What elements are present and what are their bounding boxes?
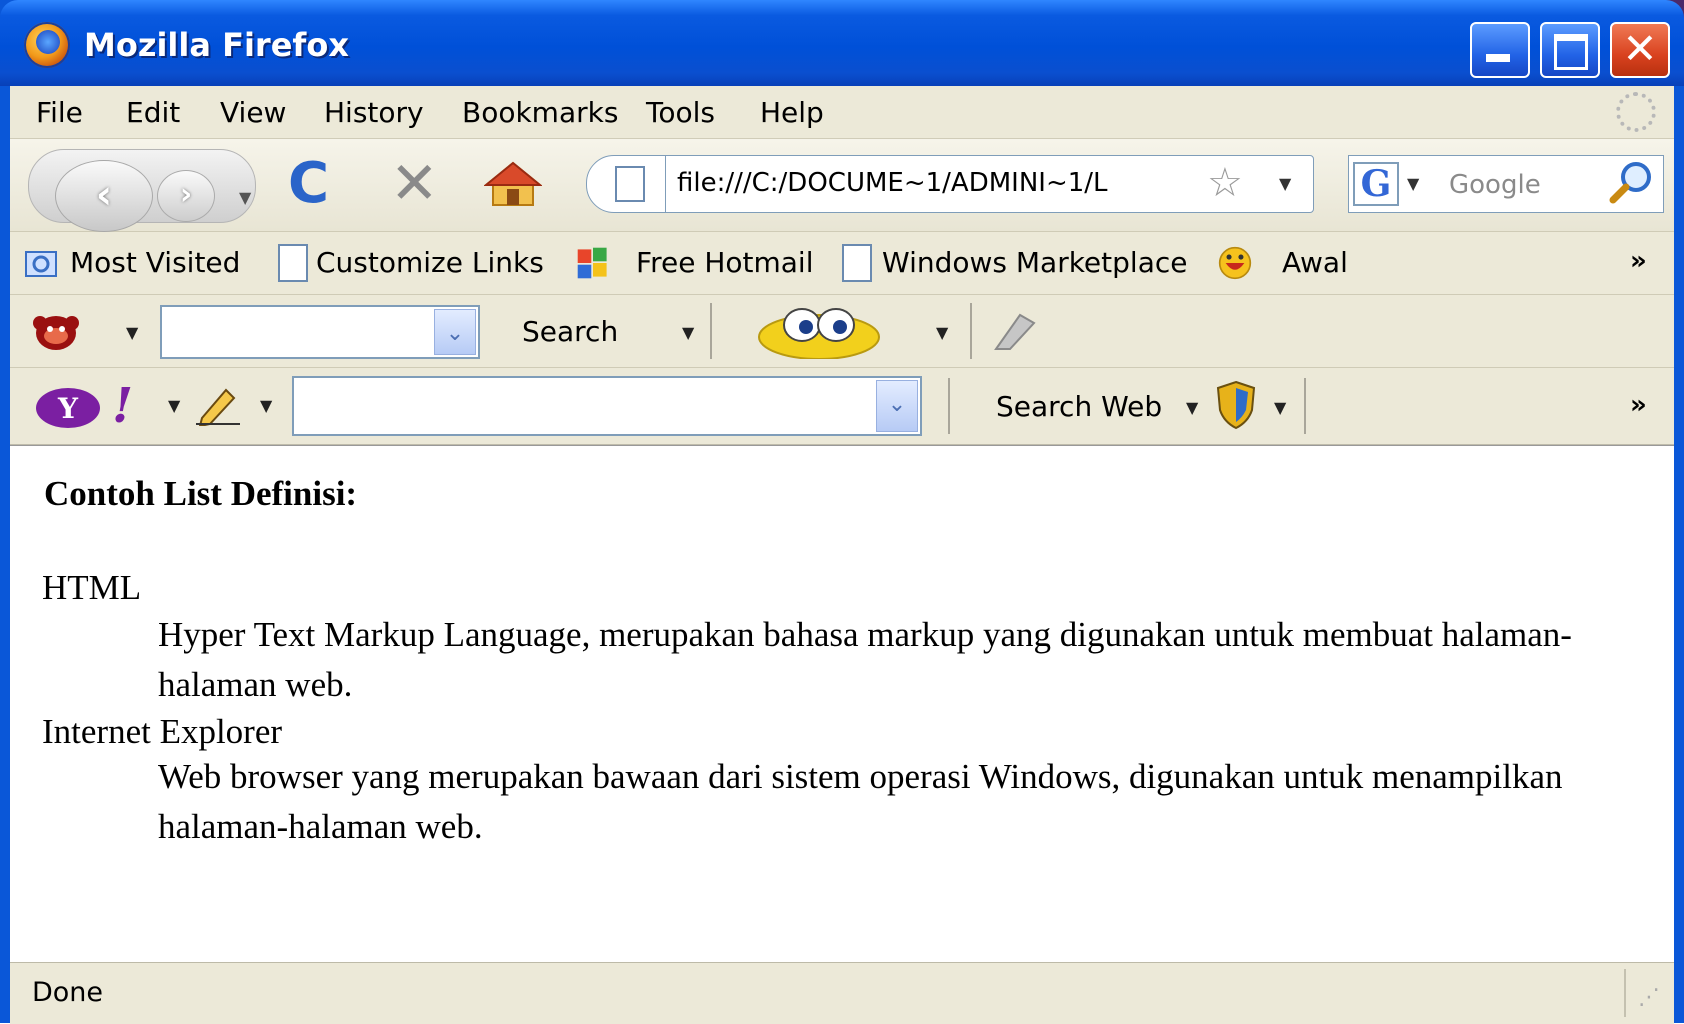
bookmark-most-visited[interactable]: Most Visited — [70, 246, 240, 279]
forward-button[interactable]: › — [157, 170, 215, 222]
bookmarks-toolbar: Most Visited Customize Links Free Hotmai… — [10, 232, 1674, 295]
back-button[interactable]: ‹ — [55, 160, 153, 232]
toolbar-overflow-icon[interactable]: » — [1630, 390, 1647, 420]
monkey-dropdown-icon[interactable]: ▼ — [126, 323, 138, 342]
definition-description: Hyper Text Markup Language, merupakan ba… — [158, 615, 1572, 704]
forward-arrow-icon: › — [179, 177, 193, 212]
search-web-dropdown-icon[interactable]: ▼ — [1186, 398, 1198, 417]
bookmarks-overflow-icon[interactable]: » — [1630, 246, 1647, 276]
bookmark-customize-links[interactable]: Customize Links — [316, 246, 544, 279]
most-visited-icon — [25, 251, 57, 277]
page-icon — [615, 166, 645, 202]
combo-dropdown-button[interactable]: ⌄ — [434, 309, 476, 355]
smiley-icon — [1218, 246, 1252, 280]
search-dropdown-icon[interactable]: ▼ — [682, 323, 694, 342]
firefox-logo-icon — [24, 22, 70, 68]
definition-description: Web browser yang merupakan bawaan dari s… — [158, 757, 1563, 846]
menu-edit[interactable]: Edit — [126, 96, 180, 129]
bookmark-star-icon[interactable]: ☆ — [1207, 160, 1243, 206]
yahoo-combo-dropdown-button[interactable]: ⌄ — [876, 380, 918, 432]
definition-term: Internet Explorer — [42, 712, 283, 751]
browser-chrome: File Edit View History Bookmarks Tools H… — [10, 86, 1674, 1024]
menu-tools[interactable]: Tools — [646, 96, 715, 129]
back-forward-group: ‹ › ▼ — [28, 149, 256, 232]
page-icon — [278, 244, 308, 282]
resize-grip-icon[interactable]: ⋰ — [1638, 985, 1660, 1010]
title-bar[interactable]: Mozilla Firefox ✕ — [0, 0, 1684, 86]
hotmail-icon — [577, 247, 607, 279]
search-web-button[interactable]: Search Web — [996, 390, 1162, 423]
url-divider — [665, 156, 666, 212]
status-divider — [1624, 969, 1626, 1017]
bookmark-free-hotmail[interactable]: Free Hotmail — [636, 246, 813, 279]
page-heading: Contoh List Definisi: — [44, 474, 358, 513]
navigation-toolbar: ‹ › ▼ C ✕ file:///C:/DOCUME~1/ADMINI~1/L… — [10, 139, 1674, 232]
close-icon: ✕ — [1622, 24, 1658, 73]
yahoo-dropdown-icon[interactable]: ▼ — [168, 396, 180, 415]
toolbar-search-combo[interactable]: ⌄ — [160, 305, 480, 359]
maximize-button[interactable] — [1540, 22, 1600, 78]
google-engine-icon[interactable]: G — [1353, 162, 1399, 206]
search-bar[interactable]: G ▼ Google — [1348, 155, 1664, 213]
yahoo-toolbar: Y ! ▼ ▼ ⌄ Search Web ▼ ▼ » — [10, 368, 1674, 445]
monkey-icon[interactable] — [32, 309, 80, 353]
url-text[interactable]: file:///C:/DOCUME~1/ADMINI~1/L — [677, 168, 1197, 198]
shield-icon[interactable] — [1214, 380, 1258, 430]
toolbar-grip[interactable] — [948, 378, 950, 434]
url-dropdown-icon[interactable]: ▼ — [1279, 174, 1291, 193]
pencil-icon[interactable] — [194, 382, 242, 426]
home-icon[interactable] — [484, 161, 542, 207]
address-bar[interactable]: file:///C:/DOCUME~1/ADMINI~1/L ☆ ▼ — [586, 155, 1314, 213]
smiley-face-icon[interactable] — [754, 303, 884, 359]
definition-term: HTML — [42, 568, 142, 607]
eraser-icon[interactable] — [990, 309, 1038, 353]
toolbar-grip[interactable] — [710, 303, 712, 359]
menu-view[interactable]: View — [220, 96, 286, 129]
status-text: Done — [32, 977, 104, 1008]
toolbar-divider — [970, 303, 972, 359]
toolbar-search-button[interactable]: Search — [522, 315, 618, 348]
status-bar: Done ⋰ — [10, 962, 1674, 1024]
menu-help[interactable]: Help — [760, 96, 824, 129]
engine-dropdown-icon[interactable]: ▼ — [1407, 174, 1419, 193]
menu-file[interactable]: File — [36, 96, 83, 129]
throbber-icon — [1616, 92, 1656, 132]
reload-button[interactable]: C — [288, 151, 329, 216]
menu-bookmarks[interactable]: Bookmarks — [462, 96, 618, 129]
search-placeholder[interactable]: Google — [1449, 170, 1541, 200]
emoticon-dropdown-icon[interactable]: ▼ — [936, 323, 948, 342]
addon-toolbar: ▼ ⌄ Search ▼ ▼ — [10, 295, 1674, 368]
stop-button[interactable]: ✕ — [390, 149, 439, 217]
yahoo-search-combo[interactable]: ⌄ — [292, 376, 922, 436]
pencil-dropdown-icon[interactable]: ▼ — [260, 396, 272, 415]
bookmark-awal[interactable]: Awal — [1282, 246, 1348, 279]
bookmark-windows-marketplace[interactable]: Windows Marketplace — [882, 246, 1187, 279]
shield-dropdown-icon[interactable]: ▼ — [1274, 398, 1286, 417]
page-icon — [842, 244, 872, 282]
magnifier-icon[interactable] — [1609, 160, 1653, 204]
page-content: Contoh List Definisi: HTML Hyper Text Ma… — [10, 445, 1674, 962]
close-button[interactable]: ✕ — [1610, 22, 1670, 78]
browser-window: Mozilla Firefox ✕ File Edit View History… — [0, 0, 1684, 1024]
svg-text:!: ! — [112, 380, 132, 432]
back-arrow-icon: ‹ — [95, 172, 113, 218]
menu-history[interactable]: History — [324, 96, 424, 129]
svg-text:Y: Y — [57, 392, 79, 425]
history-dropdown-icon[interactable]: ▼ — [239, 188, 251, 207]
menu-bar: File Edit View History Bookmarks Tools H… — [10, 86, 1674, 139]
minimize-button[interactable] — [1470, 22, 1530, 78]
toolbar-divider — [1304, 378, 1306, 434]
yahoo-logo-icon[interactable]: Y ! — [32, 380, 132, 432]
window-title: Mozilla Firefox — [84, 26, 349, 64]
